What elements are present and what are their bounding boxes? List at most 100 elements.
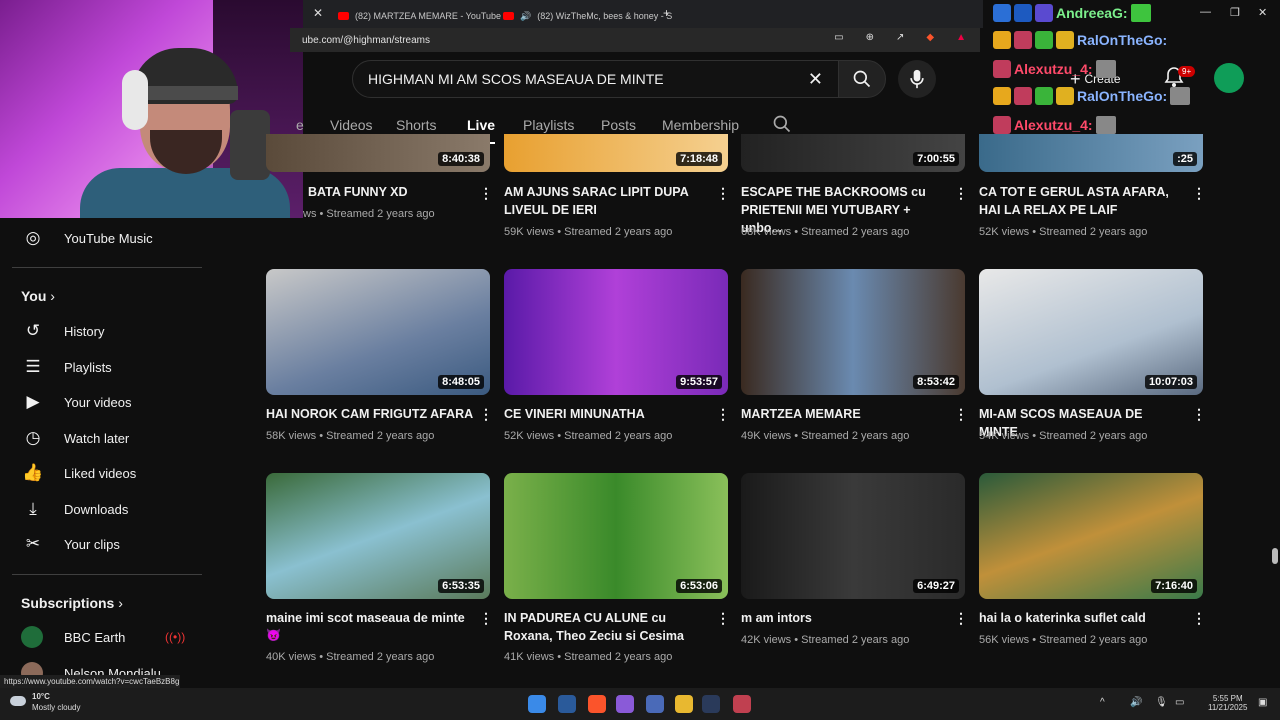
video-title[interactable]: maine imi scot maseaua de minte xyxy=(266,609,466,627)
brave-shield-icon[interactable]: ◆ xyxy=(926,32,934,43)
clock[interactable]: 5:55 PM 11/21/2025 xyxy=(1208,694,1247,712)
tab-posts[interactable]: Posts xyxy=(601,117,636,133)
you-section-heading[interactable]: You › xyxy=(21,288,55,304)
video-thumbnail[interactable]: 9:53:57 xyxy=(504,269,728,395)
app-icon[interactable] xyxy=(646,695,664,713)
taskbar xyxy=(0,688,1280,720)
browser-tab[interactable]: (82) MARTZEA MEMARE - YouTube xyxy=(338,4,501,28)
sidebar-item-bbc-earth[interactable]: BBC Earth ((•)) xyxy=(0,619,205,655)
crown-icon xyxy=(993,31,1011,49)
microphone-icon[interactable]: 🎙 xyxy=(1155,697,1168,708)
badge-icon xyxy=(1035,31,1053,49)
chat-username: RalOnTheGo: xyxy=(1077,32,1168,48)
sidebar-item-your-videos[interactable]: ▶ Your videos xyxy=(0,384,205,420)
tab-live[interactable]: Live xyxy=(467,117,496,144)
video-title[interactable]: BATA FUNNY XD xyxy=(308,183,508,201)
subscriptions-heading[interactable]: Subscriptions › xyxy=(21,595,123,611)
search-button[interactable] xyxy=(838,60,886,98)
video-meta: 58K views • Streamed 2 years ago xyxy=(266,430,435,442)
browser-tab[interactable]: 🔊 (82) WizTheMc, bees & honey - S xyxy=(503,4,672,28)
more-options-icon[interactable]: ⋮ xyxy=(479,185,493,202)
video-title[interactable]: IN PADUREA CU ALUNE cu Roxana, Theo Zeci… xyxy=(504,609,704,645)
video-thumbnail[interactable]: 8:53:42 xyxy=(741,269,965,395)
video-title[interactable]: CE VINERI MINUNATHA xyxy=(504,405,704,423)
video-thumbnail[interactable]: 6:53:06 xyxy=(504,473,728,599)
more-options-icon[interactable]: ⋮ xyxy=(479,610,493,627)
video-title[interactable]: AM AJUNS SARAC LIPIT DUPA LIVEUL DE IERI xyxy=(504,183,704,219)
video-meta: 59K views • Streamed 2 years ago xyxy=(504,226,673,238)
like-icon: 👍 xyxy=(22,463,44,482)
close-tab-icon[interactable]: ✕ xyxy=(313,6,323,20)
file-explorer-icon[interactable] xyxy=(675,695,693,713)
video-title[interactable]: hai la o katerinka suflet cald xyxy=(979,609,1179,627)
download-icon: ⤓ xyxy=(29,499,37,518)
brave-browser-icon[interactable] xyxy=(588,695,606,713)
tab-videos[interactable]: Videos xyxy=(330,117,373,133)
voice-search-button[interactable] xyxy=(898,60,936,98)
video-title[interactable]: CA TOT E GERUL ASTA AFARA, HAI LA RELAX … xyxy=(979,183,1179,219)
video-thumbnail[interactable]: 10:07:03 xyxy=(979,269,1203,395)
volume-icon[interactable]: 🔊 xyxy=(1130,697,1142,708)
sidebar: ◎ YouTube Music You › ↺ History ☰ Playli… xyxy=(0,218,210,688)
youtube-music-icon: ◎ xyxy=(25,228,41,247)
sidebar-item-watch-later[interactable]: ◷ Watch later xyxy=(0,420,205,456)
video-thumbnail[interactable]: 7:16:40 xyxy=(979,473,1203,599)
badge-icon xyxy=(993,4,1011,22)
windows-start-icon[interactable] xyxy=(528,695,546,713)
cast-icon[interactable]: ▭ xyxy=(834,32,843,43)
video-meta: 52K views • Streamed 2 years ago xyxy=(979,226,1148,238)
more-options-icon[interactable]: ⋮ xyxy=(716,185,730,202)
history-icon: ↺ xyxy=(25,321,41,340)
notification-center-icon[interactable]: ▣ xyxy=(1258,697,1267,708)
sidebar-item-youtube-music[interactable]: ◎ YouTube Music xyxy=(0,220,205,256)
rewards-icon[interactable]: ▲ xyxy=(956,32,966,43)
url-text: ube.com/@highman/streams xyxy=(302,34,430,46)
more-options-icon[interactable]: ⋮ xyxy=(716,610,730,627)
scrollbar[interactable] xyxy=(1272,548,1278,564)
tab-shorts[interactable]: Shorts xyxy=(396,117,436,133)
chat-username: Alexutzu_4: xyxy=(1014,117,1093,133)
address-bar[interactable]: ube.com/@highman/streams ▭ ⊕ ↗ ◆ ▲ xyxy=(290,28,980,52)
sidebar-item-liked-videos[interactable]: 👍 Liked videos xyxy=(0,455,205,491)
tray-chevron-icon[interactable]: ^ xyxy=(1100,697,1105,708)
share-icon[interactable]: ↗ xyxy=(896,32,904,43)
more-options-icon[interactable]: ⋮ xyxy=(1192,610,1206,627)
video-thumbnail[interactable]: 6:49:27 xyxy=(741,473,965,599)
tab-home[interactable]: e xyxy=(296,117,304,133)
chat-username: RalOnTheGo: xyxy=(1077,88,1168,104)
more-options-icon[interactable]: ⋮ xyxy=(954,610,968,627)
new-tab-icon[interactable]: + xyxy=(663,6,670,20)
app-icon[interactable] xyxy=(733,695,751,713)
video-thumbnail[interactable]: 6:53:35 xyxy=(266,473,490,599)
video-thumbnail[interactable]: 7:00:55 xyxy=(741,134,965,172)
sidebar-item-your-clips[interactable]: ✂ Your clips xyxy=(0,526,205,562)
more-options-icon[interactable]: ⋮ xyxy=(1192,406,1206,423)
network-icon[interactable]: ▭ xyxy=(1175,697,1184,708)
sidebar-item-history[interactable]: ↺ History xyxy=(0,313,205,349)
more-options-icon[interactable]: ⋮ xyxy=(954,185,968,202)
video-title[interactable]: m am intors xyxy=(741,609,941,627)
zoom-icon[interactable]: ⊕ xyxy=(866,32,874,43)
video-title[interactable]: HAI NOROK CAM FRIGUTZ AFARA xyxy=(266,405,476,423)
steam-icon[interactable] xyxy=(702,695,720,713)
video-thumbnail[interactable]: 8:48:05 xyxy=(266,269,490,395)
search-input[interactable]: HIGHMAN MI AM SCOS MASEAUA DE MINTE ✕ xyxy=(352,60,840,98)
video-thumbnail[interactable]: 8:40:38 xyxy=(266,134,490,172)
video-thumbnail[interactable]: 7:18:48 xyxy=(504,134,728,172)
sidebar-item-playlists[interactable]: ☰ Playlists xyxy=(0,349,205,385)
video-title[interactable]: MARTZEA MEMARE xyxy=(741,405,941,423)
tab-playlists[interactable]: Playlists xyxy=(523,117,574,133)
tab-membership[interactable]: Membership xyxy=(662,117,739,133)
sidebar-item-downloads[interactable]: ⤓ Downloads xyxy=(0,491,205,527)
video-thumbnail[interactable]: :25 xyxy=(979,134,1203,172)
more-options-icon[interactable]: ⋮ xyxy=(954,406,968,423)
more-options-icon[interactable]: ⋮ xyxy=(479,406,493,423)
chat-username: AndreeaG: xyxy=(1056,5,1128,21)
more-options-icon[interactable]: ⋮ xyxy=(1192,185,1206,202)
clear-search-icon[interactable]: ✕ xyxy=(808,69,823,90)
badge-icon xyxy=(1014,87,1032,105)
task-view-icon[interactable] xyxy=(558,695,576,713)
app-icon[interactable] xyxy=(616,695,634,713)
more-options-icon[interactable]: ⋮ xyxy=(716,406,730,423)
badge-icon xyxy=(1035,87,1053,105)
